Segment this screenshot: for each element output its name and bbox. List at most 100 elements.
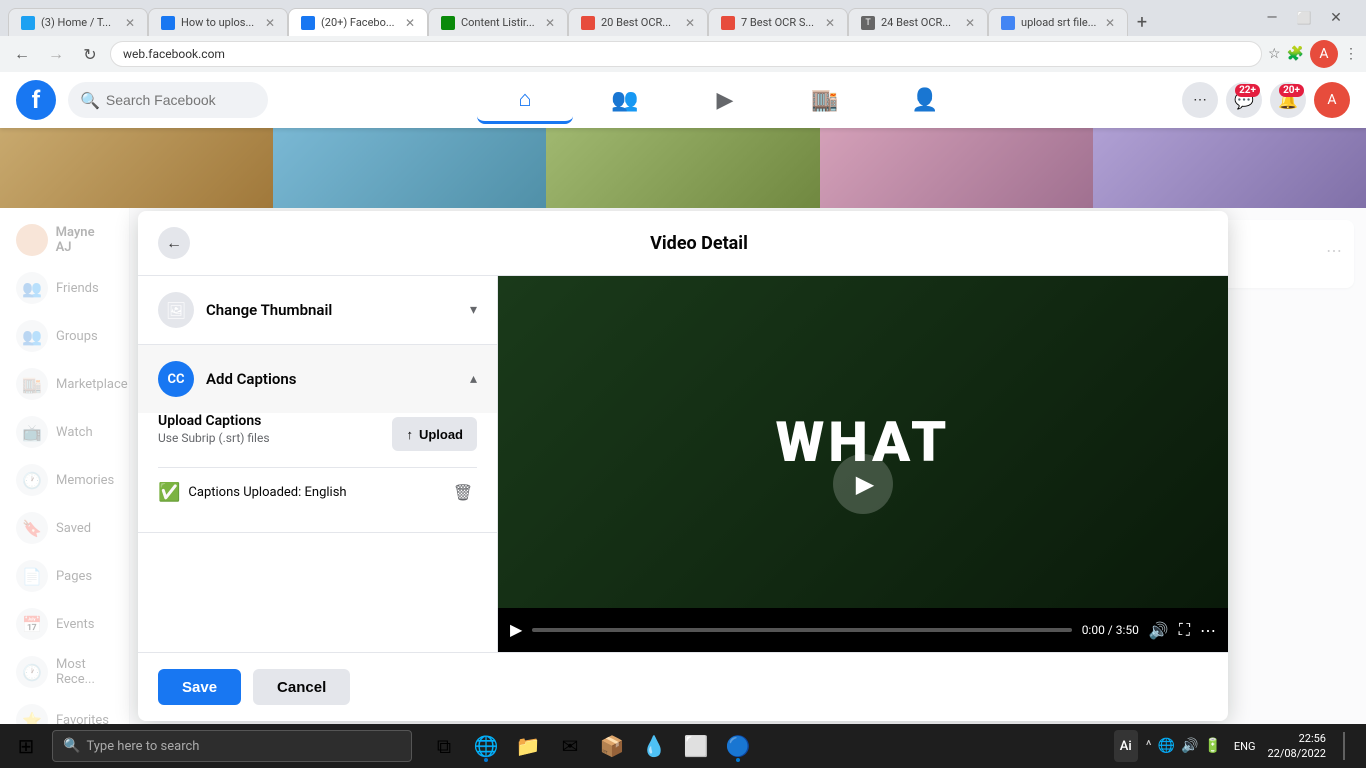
browser-titlebar: (3) Home / T... ✕ How to uplos... ✕ (20+… [0,0,1366,36]
tab-8-close[interactable]: ✕ [1105,16,1115,30]
file-explorer-icon: 📁 [516,734,541,758]
refresh-button[interactable]: ↻ [76,40,104,68]
email-icon: ✉ [562,734,579,758]
tab-4-favicon [441,16,455,30]
tab-5[interactable]: 20 Best OCR... ✕ [568,8,708,36]
minimize-button[interactable]: — [1258,4,1286,32]
user-avatar[interactable]: A [1314,82,1350,118]
captions-cc-icon: CC [167,372,184,387]
taskbar-search-placeholder: Type here to search [86,739,199,754]
address-bar[interactable]: web.facebook.com [110,41,1262,67]
save-button[interactable]: Save [158,669,241,705]
thumbnail-5 [1093,128,1366,208]
systray-chevron-icon[interactable]: ^ [1146,738,1152,754]
tab-3-close[interactable]: ✕ [405,16,415,30]
tab-6[interactable]: 7 Best OCR S... ✕ [708,8,848,36]
taskbar-app-email[interactable]: ✉ [550,726,590,766]
search-input[interactable] [106,92,246,108]
nav-friends[interactable]: 👥 [577,76,673,124]
taskbar-search-icon: 🔍 [63,738,80,754]
tab-3[interactable]: (20+) Facebo... ✕ [288,8,428,36]
extension-icon[interactable]: 🧩 [1287,46,1304,62]
fb-header-actions: ⋯ 💬 22+ 🔔 20+ A [1182,82,1350,118]
notifications-badge: 20+ [1279,84,1304,97]
taskbar-app-dropbox[interactable]: 💧 [634,726,674,766]
chrome-indicator [736,758,740,762]
tab-5-close[interactable]: ✕ [685,16,695,30]
video-play-button[interactable]: ▶ [833,454,893,514]
tab-2-favicon [161,16,175,30]
back-button[interactable]: ← [8,40,36,68]
add-captions-header[interactable]: CC Add Captions ▴ [138,345,497,413]
tab-6-close[interactable]: ✕ [825,16,835,30]
ai-button[interactable]: Ai [1114,730,1138,762]
speaker-icon[interactable]: 🔊 [1181,738,1198,754]
nav-home[interactable]: ⌂ [477,76,573,124]
restore-button[interactable]: ⬜ [1290,4,1318,32]
video-area: WHAT ▶ [498,276,1228,608]
caption-item-english: ✅ Captions Uploaded: English 🗑 [158,467,477,516]
video-settings-button[interactable]: ⋯ [1200,621,1216,640]
settings-icon[interactable]: ⋮ [1344,46,1358,62]
video-progress-bar[interactable] [532,628,1071,632]
tab-2[interactable]: How to uplos... ✕ [148,8,288,36]
taskbar-clock[interactable]: 22:56 22/08/2022 [1267,731,1326,762]
messenger-button[interactable]: 💬 22+ [1226,82,1262,118]
fb-search-bar[interactable]: 🔍 [68,82,268,118]
network-icon[interactable]: 🌐 [1158,738,1175,754]
captions-accordion-content: Upload Captions Use Subrip (.srt) files … [138,413,497,532]
tab-bar: (3) Home / T... ✕ How to uplos... ✕ (20+… [8,0,1156,36]
video-play-control[interactable]: ▶ [510,620,522,640]
nav-video[interactable]: ▶ [677,76,773,124]
modal-back-button[interactable]: ← [158,227,190,259]
friends-icon: 👥 [611,88,638,113]
forward-button[interactable]: → [42,40,70,68]
nav-groups[interactable]: 👤 [877,76,973,124]
bookmark-icon[interactable]: ☆ [1268,46,1281,62]
tab-7-close[interactable]: ✕ [965,16,975,30]
nav-marketplace[interactable]: 🏬 [777,76,873,124]
video-fullscreen-button[interactable]: ⛶ [1179,620,1190,640]
tab-8[interactable]: upload srt file... ✕ [988,8,1128,36]
caption-delete-button[interactable]: 🗑 [449,478,477,506]
tab-4[interactable]: Content Listir... ✕ [428,8,568,36]
taskbar-app-file-explorer[interactable]: 📁 [508,726,548,766]
close-window-button[interactable]: ✕ [1322,4,1350,32]
upload-captions-info: Upload Captions Use Subrip (.srt) files [158,413,270,455]
fb-nav: ⌂ 👥 ▶ 🏬 👤 [280,76,1170,124]
taskbar-app-edge[interactable]: 🌐 [466,726,506,766]
taskbar-search-bar[interactable]: 🔍 Type here to search [52,730,412,762]
profile-icon[interactable]: A [1310,40,1338,68]
tab-3-favicon [301,16,315,30]
new-tab-button[interactable]: + [1128,8,1156,36]
unknown-app-icon: ⬜ [684,734,709,758]
battery-icon[interactable]: 🔋 [1204,738,1221,754]
menu-button[interactable]: ⋯ [1182,82,1218,118]
notifications-button[interactable]: 🔔 20+ [1270,82,1306,118]
upload-button[interactable]: ↑ Upload [392,417,477,451]
browser-frame: (3) Home / T... ✕ How to uplos... ✕ (20+… [0,0,1366,768]
start-button[interactable]: ⊞ [4,724,48,768]
captions-icon-circle: CC [158,361,194,397]
language-indicator[interactable]: ENG [1230,740,1260,753]
search-icon: 🔍 [80,91,100,110]
tab-2-close[interactable]: ✕ [265,16,275,30]
tab-7[interactable]: T 24 Best OCR... ✕ [848,8,988,36]
taskbar-app-unknown[interactable]: ⬜ [676,726,716,766]
tab-1-close[interactable]: ✕ [125,16,135,30]
address-text: web.facebook.com [123,47,225,61]
cancel-button[interactable]: Cancel [253,669,350,705]
change-thumbnail-header[interactable]: 🖼 Change Thumbnail ▾ [138,276,497,344]
tab-1[interactable]: (3) Home / T... ✕ [8,8,148,36]
upload-captions-subtitle: Use Subrip (.srt) files [158,431,270,445]
show-desktop-button[interactable] [1334,726,1354,766]
caption-item-text: Captions Uploaded: English [188,485,441,500]
taskbar-app-amazon[interactable]: 📦 [592,726,632,766]
tab-4-close[interactable]: ✕ [545,16,555,30]
taskbar-app-chrome[interactable]: 🔵 [718,726,758,766]
marketplace-icon: 🏬 [811,88,838,113]
taskbar-app-task-view[interactable]: ⧉ [424,726,464,766]
modal-overlay: ← Video Detail 🖼 [0,208,1366,724]
video-mute-button[interactable]: 🔊 [1149,621,1169,640]
tab-7-favicon: T [861,16,875,30]
